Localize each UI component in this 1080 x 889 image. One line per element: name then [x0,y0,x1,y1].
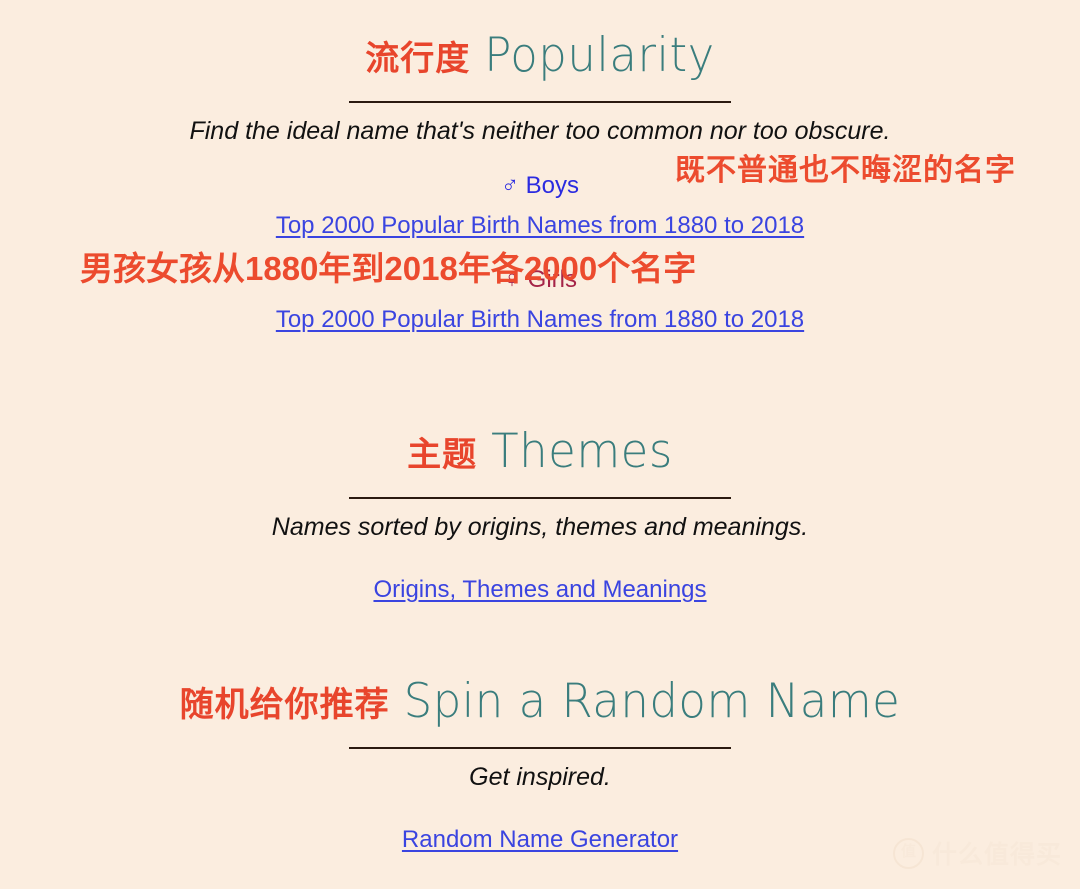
popularity-tagline: Find the ideal name that's neither too c… [189,117,891,145]
watermark-text: 什么值得买 [931,841,1062,869]
themes-divider [349,497,731,499]
random-tagline: Get inspired. [469,763,611,791]
random-name-generator-link[interactable]: Random Name Generator [402,826,678,854]
themes-heading-cn: 主题 [407,436,478,474]
themes-heading: 主题 Themes [0,422,1080,479]
watermark-logo-icon: 值 [892,837,924,869]
popularity-heading: 流行度 Popularity [0,26,1080,83]
girls-top-names-link[interactable]: Top 2000 Popular Birth Names from 1880 t… [276,306,804,334]
boys-top-names-link[interactable]: Top 2000 Popular Birth Names from 1880 t… [276,212,804,240]
random-divider [349,747,731,749]
random-heading: 随机给你推荐 Spin a Random Name [0,672,1080,729]
page-root: 流行度 Popularity Find the ideal name that'… [0,0,1080,889]
themes-heading-en: Themes [491,422,673,479]
popularity-heading-en: Popularity [484,26,715,83]
annotation-popularity-note: 既不普通也不晦涩的名字 [675,154,1016,187]
random-heading-en: Spin a Random Name [403,672,901,729]
popularity-divider [349,101,731,103]
popularity-heading-cn: 流行度 [365,40,471,78]
annotation-names-count-note: 男孩女孩从1880年到2018年各2000个名字 [80,250,697,287]
themes-tagline: Names sorted by origins, themes and mean… [271,513,809,541]
origins-themes-meanings-link[interactable]: Origins, Themes and Meanings [373,576,706,604]
random-heading-cn: 随机给你推荐 [179,686,390,724]
section-random-name: 随机给你推荐 Spin a Random Name Get inspired. … [0,672,1080,854]
section-themes: 主题 Themes Names sorted by origins, theme… [0,422,1080,604]
watermark: 值 什么值得买 [892,835,1062,871]
